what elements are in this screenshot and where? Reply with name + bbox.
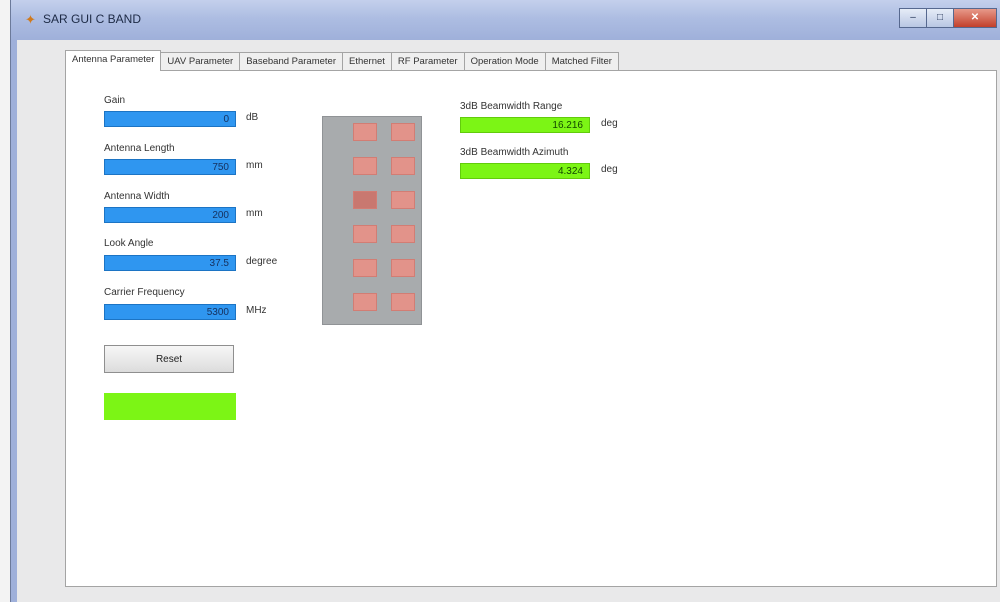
- gain-label: Gain: [104, 95, 126, 106]
- look-angle-label: Look Angle: [104, 238, 154, 249]
- antenna-patch: [353, 259, 377, 277]
- antenna-length-label: Antenna Length: [104, 143, 175, 154]
- antenna-width-unit: mm: [246, 208, 263, 219]
- close-button[interactable]: ✕: [953, 8, 997, 28]
- window-title: SAR GUI C BAND: [43, 12, 142, 26]
- antenna-patch: [391, 191, 415, 209]
- window-border: [11, 40, 17, 602]
- gain-field[interactable]: 0: [104, 111, 236, 127]
- reset-button[interactable]: Reset: [104, 345, 234, 373]
- beamwidth-range-label: 3dB Beamwidth Range: [460, 101, 563, 112]
- carrier-frequency-label: Carrier Frequency: [104, 287, 185, 298]
- window-controls: – □ ✕: [899, 8, 997, 28]
- tab-uav-parameter[interactable]: UAV Parameter: [160, 52, 241, 71]
- status-indicator: [104, 393, 236, 420]
- antenna-patch: [391, 293, 415, 311]
- look-angle-unit: degree: [246, 256, 278, 267]
- tab-matched-filter[interactable]: Matched Filter: [544, 52, 619, 71]
- app-icon: ✦: [25, 12, 36, 27]
- carrier-frequency-unit: MHz: [246, 305, 267, 316]
- beamwidth-range-field: 16.216: [460, 117, 590, 133]
- antenna-patch: [391, 157, 415, 175]
- antenna-patch: [353, 157, 377, 175]
- antenna-patch: [391, 225, 415, 243]
- tab-operation-mode[interactable]: Operation Mode: [463, 52, 546, 71]
- tab-antenna-parameter[interactable]: Antenna Parameter: [65, 50, 162, 71]
- gain-unit: dB: [246, 112, 259, 123]
- maximize-button[interactable]: □: [926, 8, 954, 28]
- antenna-patch: [353, 191, 377, 209]
- tab-rf-parameter[interactable]: RF Parameter: [390, 52, 465, 71]
- antenna-array-image: [322, 116, 422, 325]
- title-bar[interactable]: ✦ SAR GUI C BAND – □ ✕: [11, 0, 1000, 40]
- antenna-patch: [391, 123, 415, 141]
- tab-strip: Antenna Parameter UAV Parameter Baseband…: [65, 50, 619, 71]
- antenna-patch: [353, 225, 377, 243]
- antenna-length-unit: mm: [246, 160, 263, 171]
- antenna-width-field[interactable]: 200: [104, 207, 236, 223]
- look-angle-field[interactable]: 37.5: [104, 255, 236, 271]
- beamwidth-azimuth-field: 4.324: [460, 163, 590, 179]
- beamwidth-azimuth-label: 3dB Beamwidth Azimuth: [460, 147, 569, 158]
- antenna-patch: [391, 259, 415, 277]
- beamwidth-azimuth-unit: deg: [601, 164, 618, 175]
- carrier-frequency-field[interactable]: 5300: [104, 304, 236, 320]
- antenna-patch: [353, 293, 377, 311]
- antenna-length-field[interactable]: 750: [104, 159, 236, 175]
- minimize-button[interactable]: –: [899, 8, 927, 28]
- beamwidth-range-unit: deg: [601, 118, 618, 129]
- antenna-patch: [353, 123, 377, 141]
- antenna-width-label: Antenna Width: [104, 191, 170, 202]
- tab-baseband-parameter[interactable]: Baseband Parameter: [239, 52, 343, 71]
- tab-ethernet[interactable]: Ethernet: [342, 52, 392, 71]
